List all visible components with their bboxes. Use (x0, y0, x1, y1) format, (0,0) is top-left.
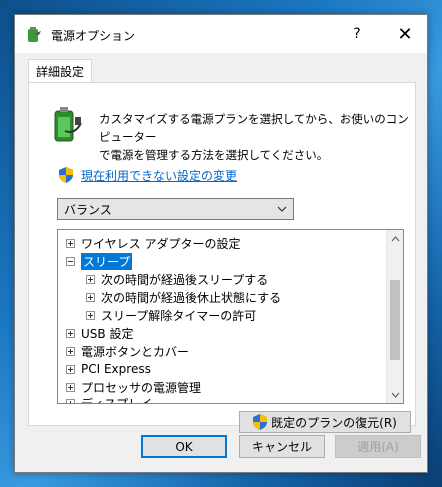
apply-button[interactable]: 適用(A) (335, 435, 421, 458)
collapse-icon[interactable] (66, 256, 75, 266)
power-plan-selected-value: バランス (64, 202, 112, 217)
tree-item-label: 次の時間が経過後スリープする (101, 272, 269, 287)
description-text: カスタマイズする電源プランを選択してから、お使いのコンピューター で電源を管理す… (99, 110, 409, 164)
tree-scrollbar[interactable] (386, 230, 403, 403)
scroll-up-button[interactable] (387, 230, 403, 247)
power-plan-select[interactable]: バランス (57, 198, 294, 220)
tree-item-label: スリープ (81, 252, 133, 270)
expand-icon[interactable] (86, 310, 95, 320)
power-options-dialog: 電源オプション ? ✕ 詳細設定 カスタマイズする電源プランを選択してから、お使… (14, 14, 428, 473)
expand-icon[interactable] (66, 382, 75, 392)
power-options-icon (28, 27, 41, 42)
title-bar[interactable]: 電源オプション ? ✕ (15, 15, 427, 53)
change-settings-link-text[interactable]: 現在利用できない設定の変更 (81, 167, 237, 184)
scroll-down-button[interactable] (387, 386, 403, 403)
chevron-up-icon (391, 235, 400, 241)
tree-item-label: ディスプレイ (81, 396, 153, 404)
help-button[interactable]: ? (335, 15, 379, 53)
tree-item-label: プロセッサの電源管理 (81, 380, 202, 395)
tree-item-power-buttons-lid[interactable]: 電源ボタンとカバー (66, 342, 189, 360)
restore-button-label: 既定のプランの復元(R) (271, 415, 397, 430)
tree-item-sleep-after[interactable]: 次の時間が経過後スリープする (86, 270, 268, 288)
battery-plug-icon (54, 107, 82, 142)
restore-plan-defaults-button[interactable]: 既定のプランの復元(R) (239, 411, 411, 433)
uac-shield-icon (59, 167, 73, 183)
tree-item-label: スリープ解除タイマーの許可 (101, 308, 257, 323)
description-line-2: で電源を管理する方法を選択してください。 (99, 148, 329, 162)
expand-icon[interactable] (66, 398, 75, 403)
ok-button[interactable]: OK (141, 435, 227, 458)
tree-item-hibernate-after[interactable]: 次の時間が経過後休止状態にする (86, 288, 281, 306)
chevron-down-icon (277, 206, 287, 212)
tree-item-label: ワイヤレス アダプターの設定 (81, 236, 241, 251)
expand-icon[interactable] (66, 346, 75, 356)
uac-shield-icon (253, 414, 268, 430)
tree-item-label: USB 設定 (81, 326, 134, 341)
scroll-thumb[interactable] (390, 280, 400, 360)
expand-icon[interactable] (66, 328, 75, 338)
window-title: 電源オプション (51, 29, 136, 43)
expand-icon[interactable] (66, 364, 75, 374)
expand-icon[interactable] (86, 274, 95, 284)
description-line-1: カスタマイズする電源プランを選択してから、お使いのコンピューター (99, 112, 409, 144)
tree-item-label: PCI Express (81, 362, 151, 376)
tree-item-label: 次の時間が経過後休止状態にする (101, 290, 282, 305)
expand-icon[interactable] (66, 238, 75, 248)
close-button[interactable]: ✕ (383, 15, 427, 53)
tab-advanced-settings[interactable]: 詳細設定 (28, 59, 92, 83)
advanced-settings-panel: カスタマイズする電源プランを選択してから、お使いのコンピューター で電源を管理す… (28, 82, 416, 433)
chevron-down-icon (391, 392, 400, 398)
cancel-button[interactable]: キャンセル (239, 435, 325, 458)
expand-icon[interactable] (86, 292, 95, 302)
tree-item-wireless-adapter[interactable]: ワイヤレス アダプターの設定 (66, 234, 240, 252)
tree-item-usb-settings[interactable]: USB 設定 (66, 324, 133, 342)
settings-tree[interactable]: ワイヤレス アダプターの設定 スリープ 次の時間が経過後スリープする 次の時間が… (57, 229, 404, 404)
tree-item-label: 電源ボタンとカバー (81, 344, 190, 359)
change-unavailable-settings-link[interactable]: 現在利用できない設定の変更 (59, 166, 237, 184)
tree-item-wake-timers[interactable]: スリープ解除タイマーの許可 (86, 306, 256, 324)
tree-item-pci-express[interactable]: PCI Express (66, 360, 151, 378)
tree-item-display[interactable]: ディスプレイ (66, 394, 153, 404)
tree-item-sleep[interactable]: スリープ (66, 252, 133, 270)
